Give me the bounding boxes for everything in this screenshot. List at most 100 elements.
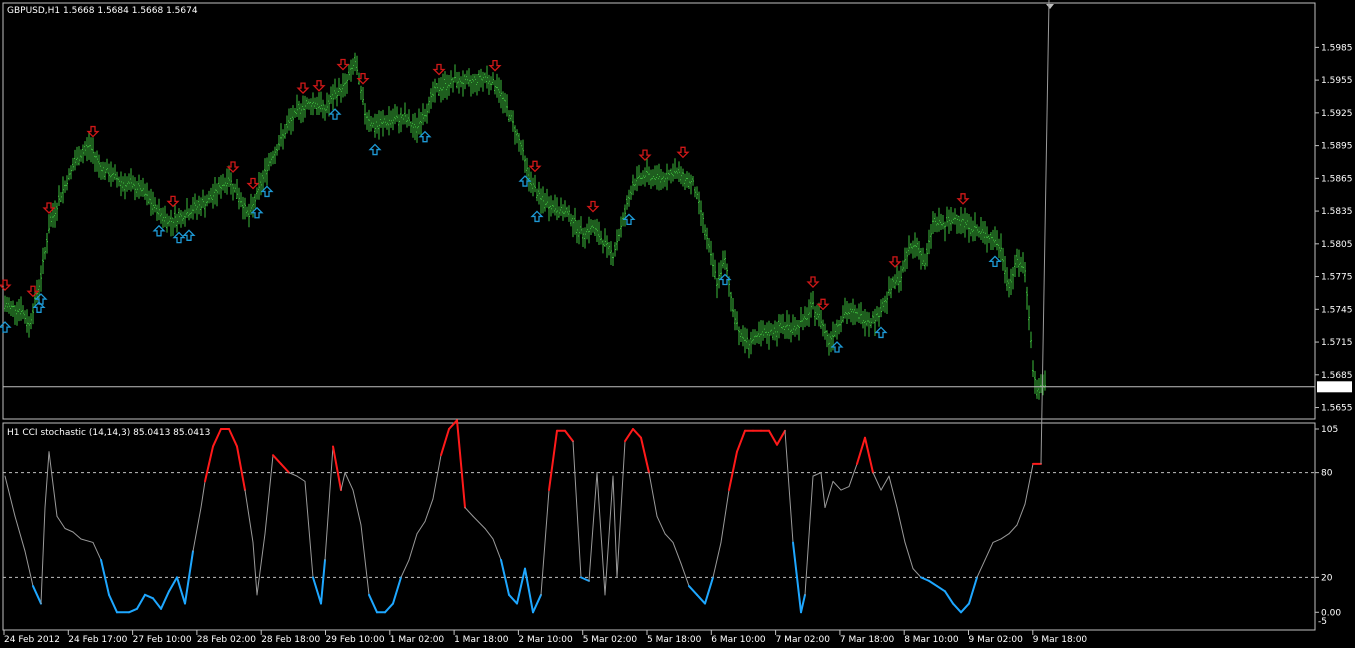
price-bar: [858, 303, 860, 323]
oscillator-segment: [864, 436, 874, 474]
price-bar: [316, 96, 318, 115]
price-bar: [804, 306, 806, 328]
price-tick-label: 1.5835: [1321, 207, 1353, 217]
price-bar: [672, 163, 674, 182]
price-bar: [338, 77, 340, 96]
oscillator-segment: [856, 436, 866, 465]
price-bar: [664, 172, 666, 187]
oscillator-segment: [400, 559, 410, 578]
price-bar: [342, 73, 344, 98]
price-bar: [870, 317, 872, 329]
price-bar: [56, 202, 58, 221]
price-bar: [546, 188, 548, 208]
oscillator-segment: [368, 593, 378, 614]
price-bar: [416, 117, 418, 143]
price-bar: [586, 223, 588, 240]
price-bar: [532, 177, 534, 197]
main-panel-title: GBPUSD,H1 1.5668 1.5684 1.5668 1.5674: [7, 6, 198, 16]
price-bar: [166, 213, 168, 233]
oscillator-segment: [136, 593, 146, 610]
sell-arrow-icon: [488, 59, 502, 72]
chart-canvas[interactable]: 1.5985 1.5955 1.5925 1.5895 1.5865 1.5835 1.58…: [0, 0, 1355, 648]
price-bar: [836, 319, 838, 340]
price-bar: [730, 291, 732, 312]
price-bar: [476, 73, 478, 96]
price-bar: [926, 243, 928, 267]
oscillator-segment: [888, 475, 898, 509]
price-bar: [550, 195, 552, 217]
price-bar: [816, 304, 818, 321]
price-bar: [954, 208, 956, 225]
price-bar: [744, 327, 746, 354]
price-bar: [930, 223, 932, 249]
price-bar: [150, 188, 152, 216]
price-bar: [186, 197, 188, 218]
sell-arrow-icon: [0, 279, 12, 292]
oscillator-segment: [580, 576, 590, 582]
price-bar: [276, 144, 278, 156]
price-bar: [908, 235, 910, 256]
price-bar: [262, 170, 264, 192]
price-bar: [108, 163, 110, 183]
sell-arrow-icon: [806, 276, 820, 288]
price-bar: [282, 129, 284, 150]
price-bar: [328, 94, 330, 117]
triangle-down-icon[interactable]: [1046, 4, 1054, 9]
price-bar: [738, 326, 740, 346]
price-bar: [322, 99, 324, 119]
price-bar: [540, 188, 542, 214]
price-bar: [538, 181, 540, 205]
oscillator-segment: [64, 527, 74, 533]
price-bar: [334, 78, 336, 100]
price-bar: [624, 204, 626, 227]
price-bar: [164, 205, 166, 228]
oscillator-segment: [44, 451, 50, 509]
price-bar: [374, 113, 376, 138]
price-bar: [400, 107, 402, 133]
time-tick-label: 24 Feb 17:00: [68, 635, 127, 645]
oscillator-segment: [24, 550, 34, 587]
price-bar: [824, 323, 826, 340]
price-bar: [422, 103, 424, 126]
price-bar: [120, 171, 122, 197]
price-bar: [292, 105, 294, 132]
price-bar: [304, 95, 306, 118]
oscillator-segment: [344, 472, 354, 491]
price-bar: [834, 323, 836, 338]
price-bar: [222, 173, 224, 191]
price-bar: [96, 150, 98, 172]
oscillator-segment: [672, 541, 682, 564]
price-bar: [1044, 370, 1046, 391]
price-bar: [482, 71, 484, 92]
oscillator-segment: [280, 462, 290, 474]
price-bar: [524, 155, 526, 173]
price-bar: [764, 324, 766, 338]
sub-axis-extra-tick: -5: [1318, 617, 1327, 627]
price-bar: [466, 70, 468, 85]
price-bar: [656, 165, 658, 190]
price-bar: [406, 113, 408, 128]
price-bar: [642, 170, 644, 185]
oscillator-segment: [312, 576, 322, 605]
price-bar: [94, 151, 96, 172]
price-bar: [696, 186, 698, 200]
price-bar: [518, 133, 520, 152]
price-bar: [1024, 261, 1026, 283]
oscillator-segment: [80, 538, 94, 543]
price-bar: [340, 83, 342, 103]
price-bar: [42, 247, 44, 275]
oscillator-segment: [1016, 503, 1026, 526]
price-bar: [138, 174, 140, 199]
price-bar: [14, 305, 16, 325]
price-bar: [868, 312, 870, 337]
price-bar: [742, 325, 744, 347]
price-bar: [152, 191, 154, 215]
price-bar: [970, 216, 972, 237]
osc-tick-label: 80: [1321, 469, 1333, 479]
price-bar: [502, 91, 504, 114]
oscillator-segment: [492, 538, 502, 561]
oscillator-segment: [144, 593, 154, 600]
price-bar: [692, 175, 694, 186]
price-bar: [350, 59, 352, 82]
oscillator-segment: [952, 602, 962, 614]
